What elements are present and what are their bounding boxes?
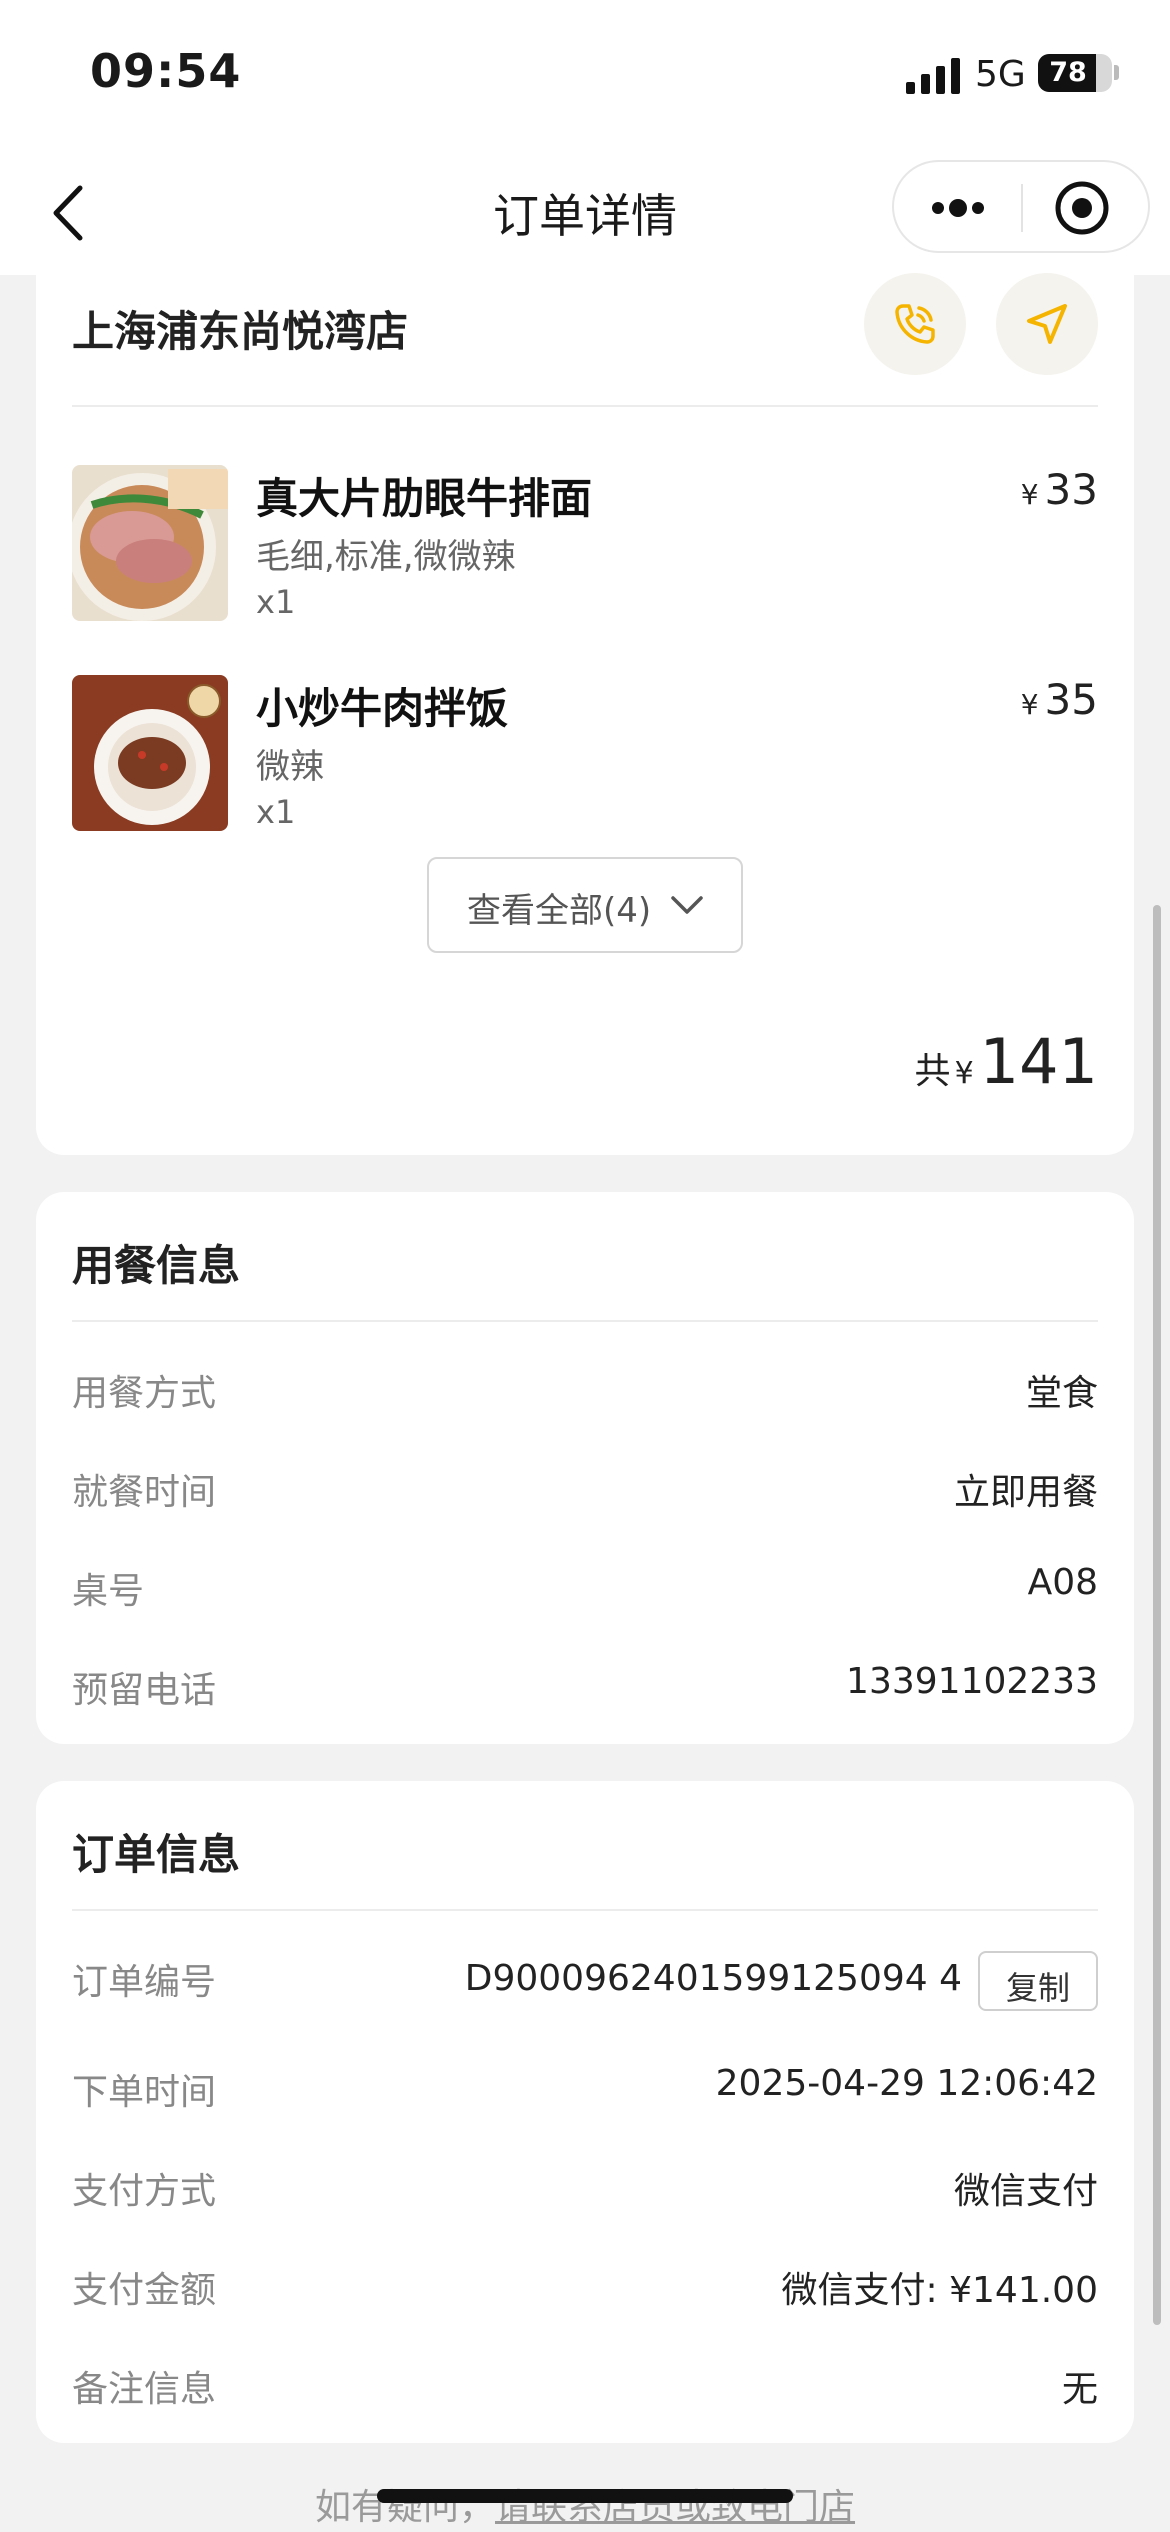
scrollbar[interactable] xyxy=(1153,905,1161,2325)
battery-icon: 78 xyxy=(1038,54,1112,92)
reserved-phone-value: 13391102233 xyxy=(846,1661,1098,1702)
item-quantity: x1 xyxy=(256,793,296,831)
call-store-button[interactable] xyxy=(864,273,966,375)
battery-level: 78 xyxy=(1049,57,1087,88)
order-number-value: D9000962401599125094 4 xyxy=(464,1958,962,1999)
item-price: ¥35 xyxy=(1021,675,1098,724)
item-spec: 毛细,标准,微微辣 xyxy=(256,537,516,577)
chevron-down-icon xyxy=(671,896,703,914)
reserved-phone-label: 预留电话 xyxy=(72,1670,217,1711)
phone-icon xyxy=(895,304,935,344)
item-name: 真大片肋眼牛排面 xyxy=(256,474,593,523)
dining-method-label: 用餐方式 xyxy=(72,1373,217,1414)
table-number-value: A08 xyxy=(1027,1562,1098,1603)
order-number-label: 订单编号 xyxy=(72,1962,217,2003)
noodle-dish-image xyxy=(72,465,228,621)
capsule-divider xyxy=(1021,184,1023,232)
close-mini-program-icon[interactable] xyxy=(1054,180,1110,236)
battery-tip xyxy=(1114,65,1119,80)
order-time-value: 2025-04-29 12:06:42 xyxy=(715,2063,1098,2104)
order-item[interactable]: 小炒牛肉拌饭 微辣 x1 ¥35 xyxy=(72,675,1098,835)
view-all-button[interactable]: 查看全部(4) xyxy=(427,857,743,953)
item-image xyxy=(72,465,228,621)
navigation-arrow-icon xyxy=(1027,304,1067,344)
item-image xyxy=(72,675,228,831)
dining-method-value: 堂食 xyxy=(1025,1373,1098,1414)
navigation-bar: 订单详情 xyxy=(0,150,1170,275)
remarks-value: 无 xyxy=(1061,2369,1098,2410)
remarks-label: 备注信息 xyxy=(72,2369,217,2410)
payment-amount-value: 微信支付: ¥141.00 xyxy=(781,2270,1098,2311)
mini-program-capsule xyxy=(892,160,1150,253)
section-title: 订单信息 xyxy=(72,1830,241,1879)
store-divider xyxy=(72,405,1098,407)
item-quantity: x1 xyxy=(256,583,296,621)
total-amount: 141 xyxy=(979,1025,1098,1098)
order-time-label: 下单时间 xyxy=(72,2072,217,2113)
item-price-value: 33 xyxy=(1044,465,1098,514)
dining-info-card: 用餐信息 用餐方式 堂食 就餐时间 立即用餐 桌号 A08 预留电话 13391… xyxy=(36,1192,1134,1744)
section-divider xyxy=(72,1320,1098,1322)
section-title: 用餐信息 xyxy=(72,1241,241,1290)
beef-rice-dish-image xyxy=(72,675,228,831)
status-time: 09:54 xyxy=(90,44,242,98)
table-number-label: 桌号 xyxy=(72,1571,145,1612)
copy-order-number-button[interactable]: 复制 xyxy=(978,1951,1098,2011)
status-bar: 09:54 5G 78 xyxy=(0,0,1170,150)
section-divider xyxy=(72,1909,1098,1911)
total-label: 共 xyxy=(914,1051,951,1092)
item-spec: 微辣 xyxy=(256,747,324,787)
currency-symbol: ¥ xyxy=(1020,478,1039,511)
payment-method-label: 支付方式 xyxy=(72,2171,217,2212)
order-info-card: 订单信息 订单编号 D9000962401599125094 4 复制 下单时间… xyxy=(36,1781,1134,2443)
item-price-value: 35 xyxy=(1044,675,1098,724)
item-price: ¥33 xyxy=(1021,465,1098,514)
payment-amount-label: 支付金额 xyxy=(72,2270,217,2311)
home-indicator xyxy=(377,2489,793,2503)
cellular-signal-icon xyxy=(906,58,960,94)
navigate-button[interactable] xyxy=(996,273,1098,375)
store-name: 上海浦东尚悦湾店 xyxy=(72,307,409,356)
view-all-label: 查看全部(4) xyxy=(467,891,652,931)
dining-time-label: 就餐时间 xyxy=(72,1472,217,1513)
more-icon[interactable] xyxy=(922,184,994,232)
order-total: 共 ¥141 xyxy=(915,1025,1098,1098)
currency-symbol: ¥ xyxy=(1020,688,1039,721)
help-note: 如有疑问，请联系店员或致电门店 xyxy=(0,2478,1170,2530)
total-currency: ¥ xyxy=(954,1056,974,1091)
dining-time-value: 立即用餐 xyxy=(953,1472,1098,1513)
order-item[interactable]: 真大片肋眼牛排面 毛细,标准,微微辣 x1 ¥33 xyxy=(72,465,1098,625)
item-name: 小炒牛肉拌饭 xyxy=(256,684,509,733)
payment-method-value: 微信支付 xyxy=(953,2171,1098,2212)
copy-label: 复制 xyxy=(1005,1969,1070,2007)
store-order-card: 上海浦东尚悦湾店 真大片肋眼牛排面 毛细,标准,微微辣 x1 ¥ 33 小炒牛肉… xyxy=(36,273,1134,1155)
network-type: 5G xyxy=(975,54,1026,95)
